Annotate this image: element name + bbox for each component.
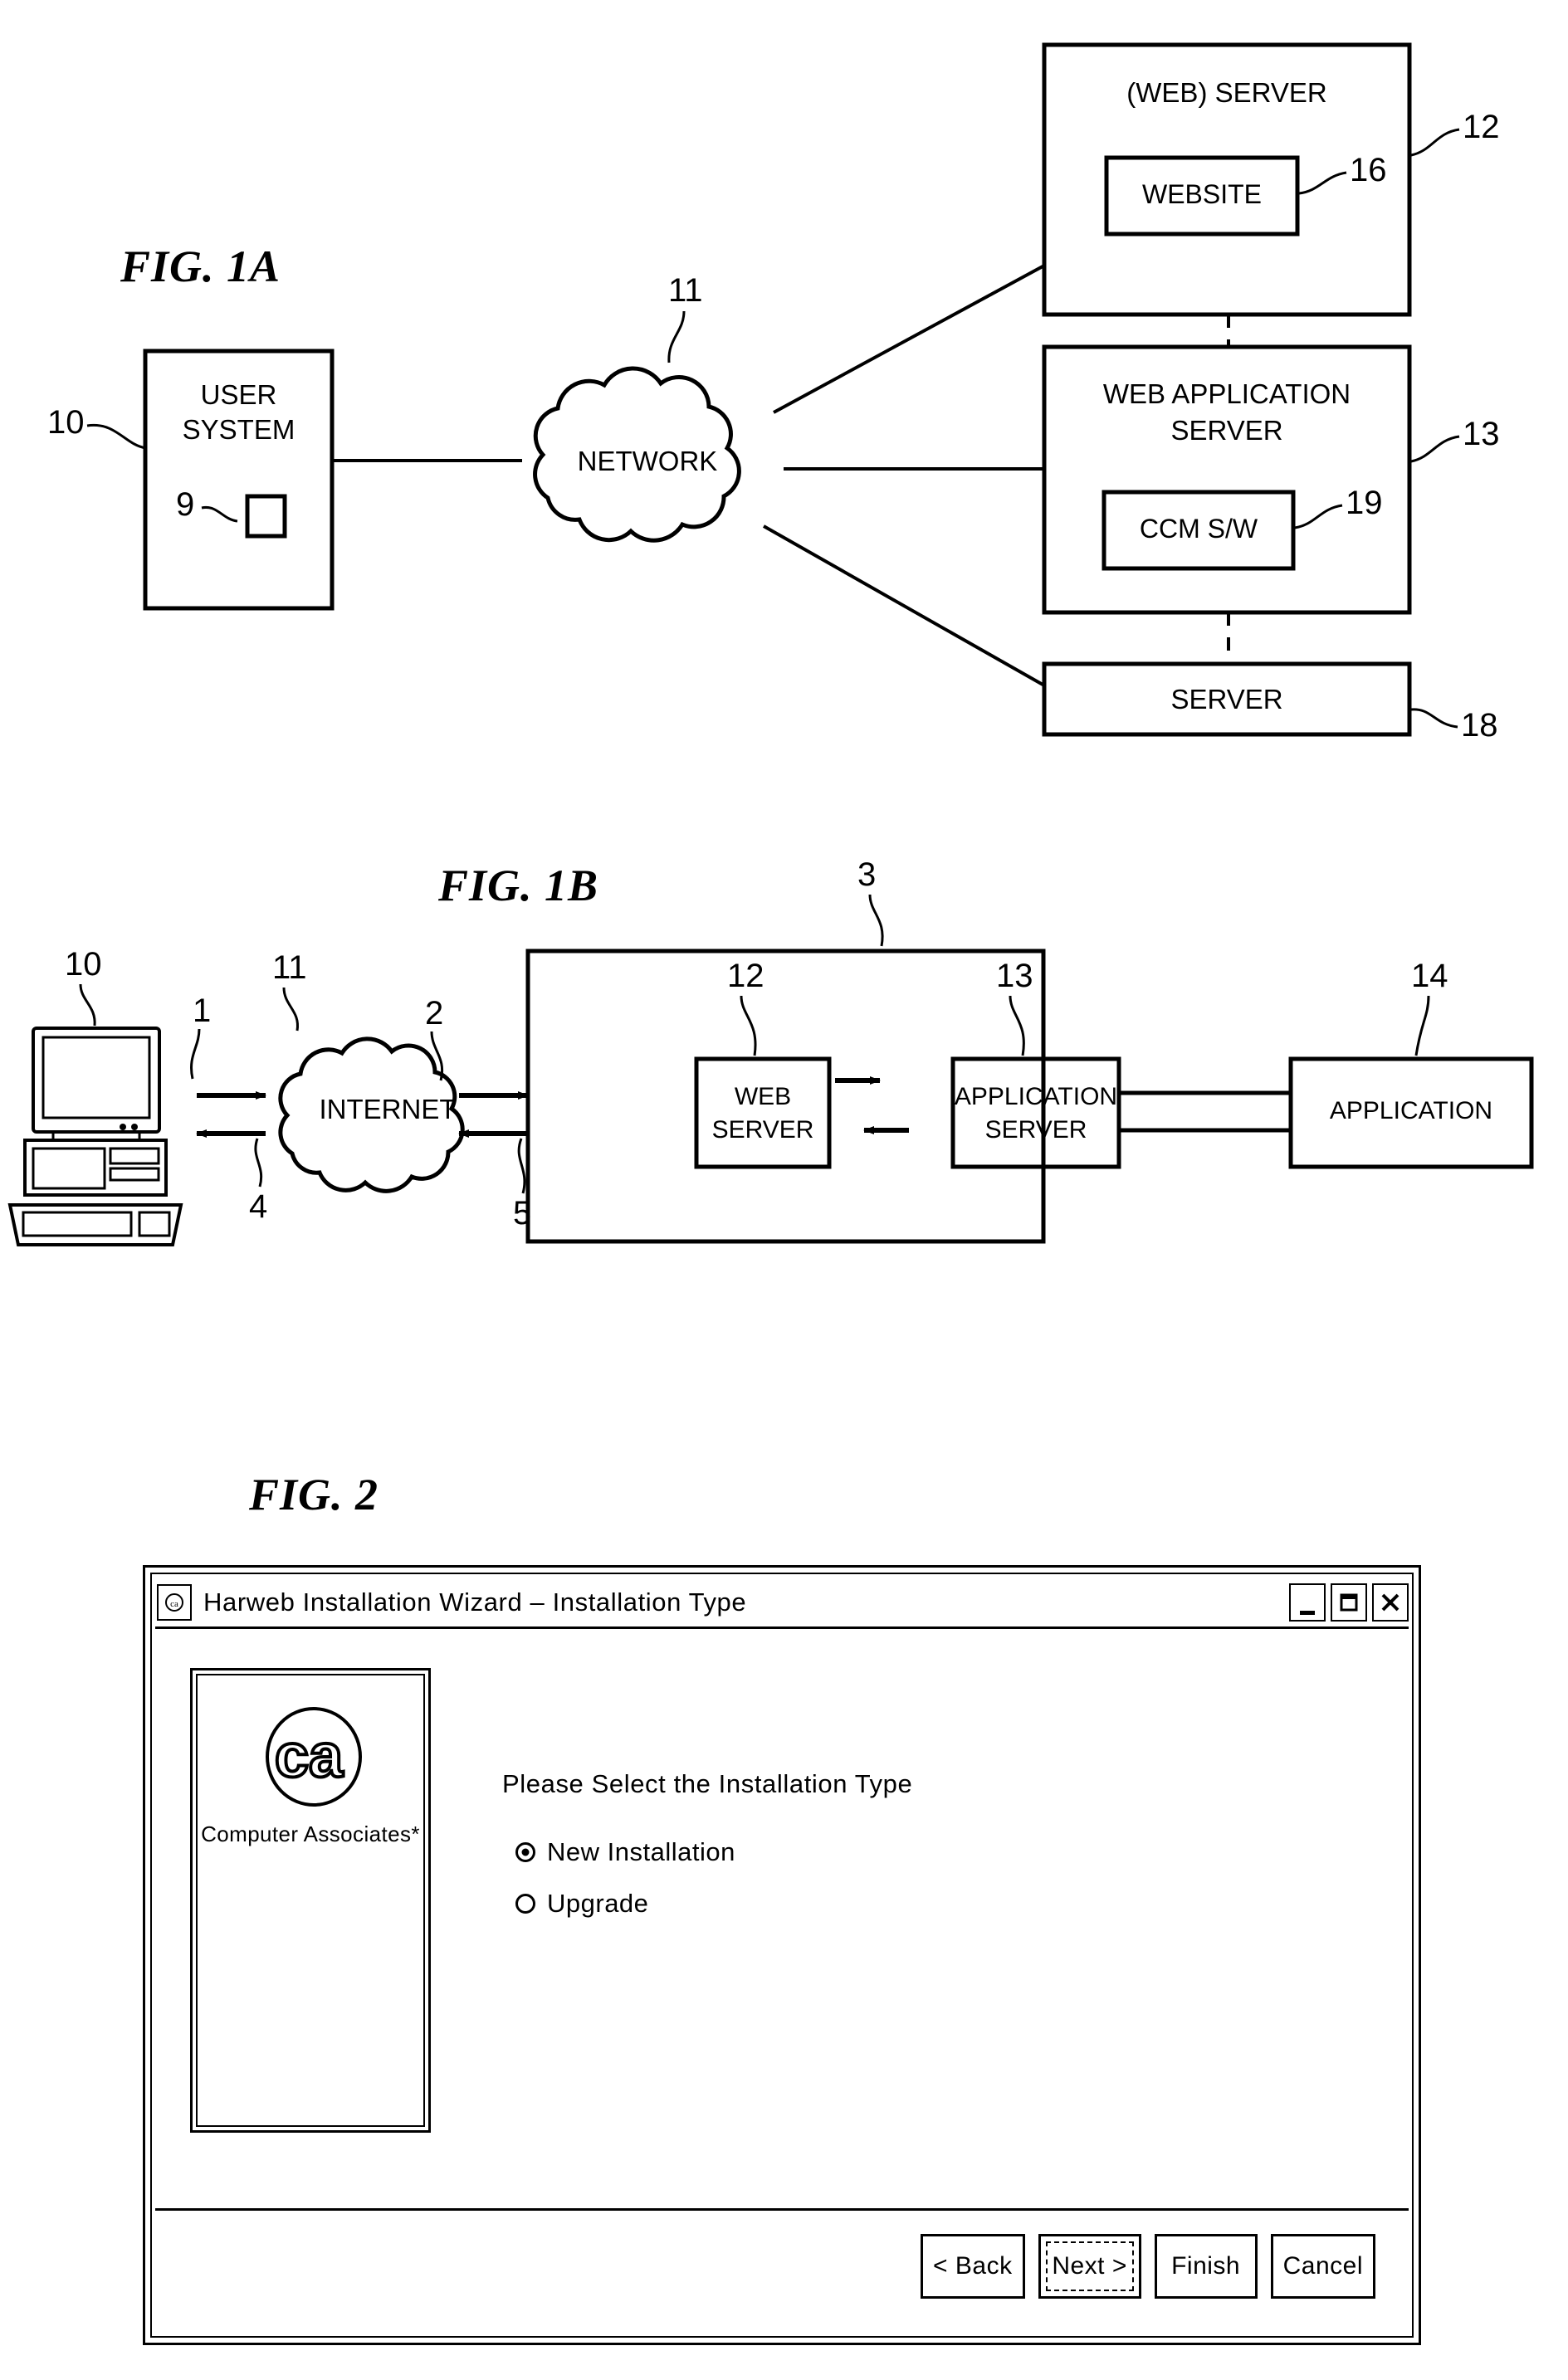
web-app-server-line1: WEB APPLICATION [1102, 378, 1351, 409]
fig1b-app-server-line2: SERVER [984, 1116, 1087, 1144]
fig1a-ref-10: 10 [47, 404, 85, 441]
fig1a-ref-16: 16 [1350, 152, 1387, 188]
fig1b-ref-10: 10 [65, 946, 102, 983]
window-title-bar[interactable]: ca Harweb Installation Wizard – Installa… [155, 1578, 1409, 1629]
cancel-button[interactable]: Cancel [1270, 2234, 1375, 2299]
dialog-body: ca Computer Associates* Please Select th… [155, 1631, 1409, 2333]
finish-button[interactable]: Finish [1154, 2234, 1258, 2299]
maximize-icon [1340, 1593, 1358, 1611]
ca-caption: Computer Associates* [201, 1822, 420, 1846]
fig1b-ref-13: 13 [996, 958, 1033, 994]
fig1a-ref-11: 11 [668, 272, 703, 309]
system-menu-ca-icon[interactable]: ca [157, 1583, 192, 1621]
fig1a-user-system-label: USER SYSTEM [145, 378, 332, 447]
radio-indicator-upgrade[interactable] [515, 1894, 535, 1914]
svg-text:ca: ca [170, 1599, 178, 1609]
window-title-text: Harweb Installation Wizard – Installatio… [203, 1587, 747, 1617]
fig1b-application-server-label: APPLICATION SERVER [953, 1080, 1119, 1147]
fig1b-ref-11: 11 [272, 949, 307, 986]
fig-2-label: FIG. 2 [249, 1470, 379, 1519]
dialog-footer: < Back Next > Finish Cancel [155, 2208, 1409, 2333]
prompt-text: Please Select the Installation Type [502, 1769, 913, 1798]
back-button[interactable]: < Back [921, 2234, 1025, 2299]
radio-option-new-installation[interactable]: New Installation [515, 1837, 735, 1867]
fig1b-web-server-line1: WEB [734, 1083, 792, 1110]
radio-option-upgrade[interactable]: Upgrade [515, 1889, 648, 1919]
fig1b-ref-5: 5 [513, 1195, 532, 1231]
branding-panel: ca Computer Associates* [190, 1668, 431, 2133]
radio-indicator-new-installation[interactable] [515, 1842, 535, 1862]
close-button[interactable] [1372, 1583, 1409, 1622]
fig-1b-label: FIG. 1B [438, 861, 599, 910]
fig1a-ref-13: 13 [1463, 416, 1500, 452]
fig1a-ref-19: 19 [1346, 485, 1383, 521]
web-app-server-line2: SERVER [1170, 415, 1283, 446]
fig1a-ccm-sw-label: CCM S/W [1139, 514, 1258, 544]
user-system-line1: USER [200, 379, 277, 410]
next-button[interactable]: Next > [1038, 2234, 1141, 2299]
fig1a-ref-18: 18 [1461, 707, 1498, 744]
ca-logo: ca [193, 1705, 428, 1813]
fig1a-network-label: NETWORK [577, 446, 718, 476]
patent-drawing-sheet: FIG. 1A USER SYSTEM 10 9 NETWORK 11 (WEB… [0, 0, 1568, 2380]
fig1b-ref-12: 12 [727, 958, 764, 994]
fig1b-internet-label: INTERNET [319, 1094, 457, 1124]
fig-1a-label: FIG. 1A [120, 241, 281, 291]
fig1b-ref-3: 3 [857, 856, 877, 893]
fig1a-website-label: WEBSITE [1141, 179, 1262, 209]
fig1b-ref-14: 14 [1411, 958, 1448, 994]
radio-label-new-installation: New Installation [547, 1837, 735, 1866]
fig1a-ref-9: 9 [176, 486, 195, 523]
radio-label-upgrade: Upgrade [547, 1889, 649, 1918]
fig1b-app-server-line1: APPLICATION [954, 1083, 1118, 1110]
fig1b-application-label: APPLICATION [1329, 1097, 1493, 1124]
fig1b-ref-2: 2 [425, 995, 444, 1031]
ca-logo-text: ca [275, 1721, 344, 1790]
fig1a-ref-12: 12 [1463, 109, 1500, 145]
fig1a-server-label: SERVER [1170, 684, 1283, 714]
minimize-button[interactable] [1289, 1583, 1326, 1622]
dialog-button-row: < Back Next > Finish Cancel [921, 2234, 1375, 2299]
minimize-icon [1300, 1610, 1315, 1615]
ca-logo-icon: ca [266, 1707, 362, 1807]
installation-wizard-window: ca Harweb Installation Wizard – Installa… [143, 1565, 1421, 2345]
user-system-line2: SYSTEM [182, 414, 296, 445]
maximize-button[interactable] [1331, 1583, 1367, 1622]
fig1b-ref-1: 1 [193, 992, 212, 1029]
ca-app-icon: ca [165, 1592, 183, 1612]
close-icon [1381, 1593, 1399, 1611]
fig1b-web-server-line2: SERVER [711, 1116, 814, 1144]
fig1a-web-app-server-label: WEB APPLICATION SERVER [1044, 376, 1409, 449]
fig1b-web-server-label: WEB SERVER [696, 1080, 829, 1147]
fig1b-ref-4: 4 [249, 1188, 268, 1225]
fig1a-web-server-label: (WEB) SERVER [1126, 77, 1327, 108]
